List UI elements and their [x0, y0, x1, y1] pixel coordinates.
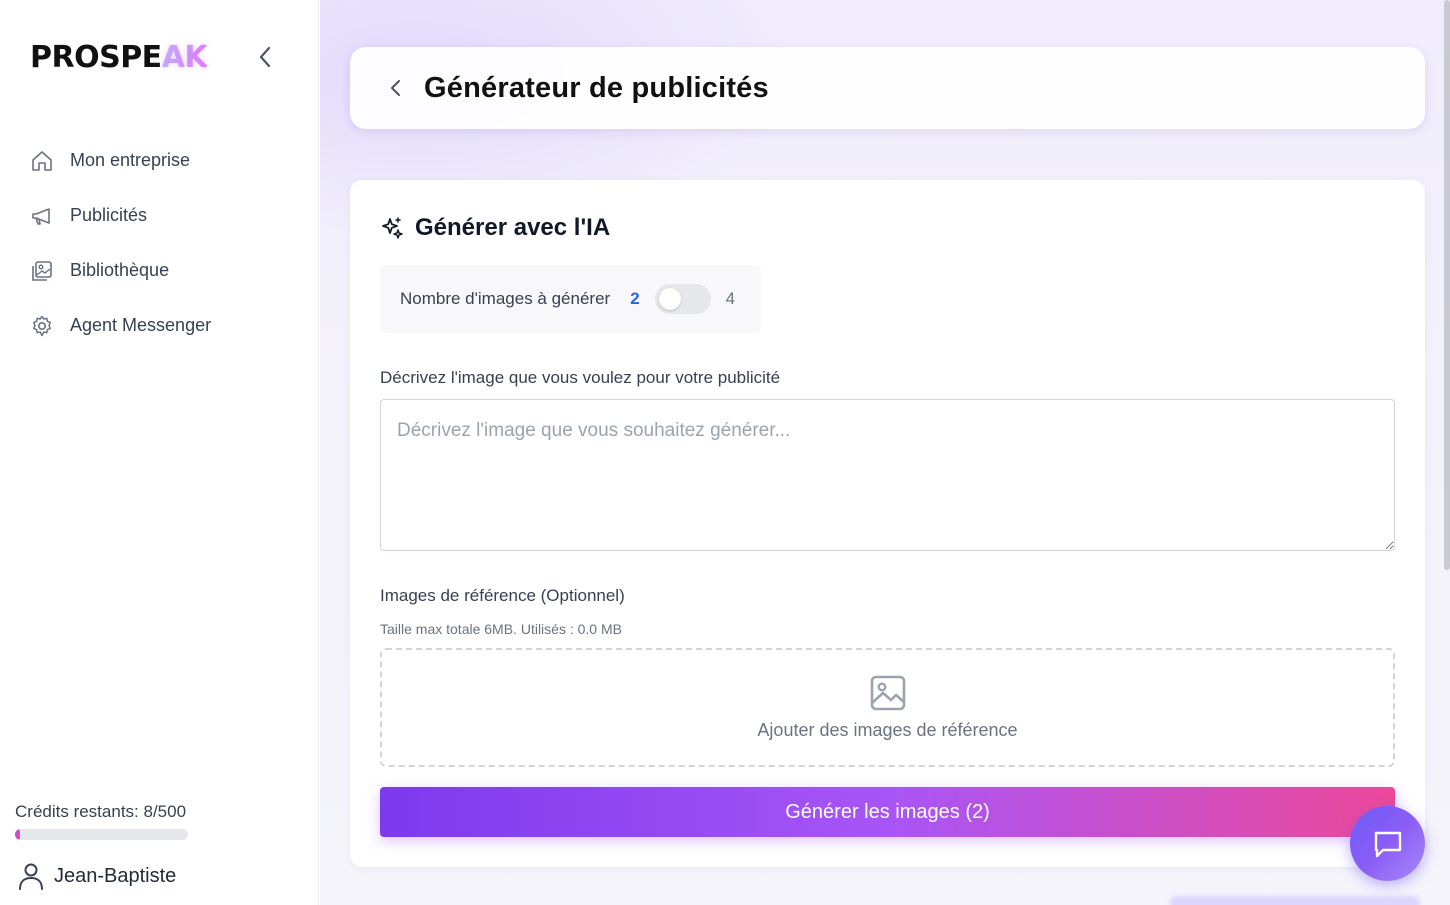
- reference-size-hint: Taille max totale 6MB. Utilisés : 0.0 MB: [380, 621, 622, 637]
- description-label: Décrivez l'image que vous voulez pour vo…: [380, 368, 781, 387]
- user-icon: [18, 862, 44, 890]
- sidebar-item-bibliotheque[interactable]: Bibliothèque: [30, 243, 211, 298]
- page-title: Générateur de publicités: [424, 71, 769, 104]
- credits-progress-bar: [15, 829, 188, 840]
- toggle-knob: [658, 288, 681, 310]
- image-count-toggle[interactable]: [654, 284, 711, 314]
- generate-images-button[interactable]: Générer les images (2): [380, 787, 1395, 837]
- user-profile[interactable]: Jean-Baptiste: [18, 862, 176, 890]
- sidebar-item-label: Agent Messenger: [70, 315, 212, 335]
- logo-accent-text: AK: [161, 40, 208, 75]
- user-name: Jean-Baptiste: [54, 864, 177, 887]
- sidebar-nav: Mon entreprise Publicités Bibliothèque A…: [30, 133, 211, 353]
- section-title: Générer avec l'IA: [380, 214, 610, 242]
- image-count-label: Nombre d'images à générer: [400, 289, 611, 308]
- credits-remaining: Crédits restants: 8/500: [15, 802, 187, 821]
- description-textarea[interactable]: [380, 399, 1395, 551]
- image-count-option-4[interactable]: 4: [726, 289, 735, 309]
- main-content: Générateur de publicités Générer avec l'…: [320, 0, 1450, 905]
- app-logo[interactable]: PROSPE AK: [30, 40, 208, 75]
- sidebar-item-mon-entreprise[interactable]: Mon entreprise: [30, 133, 211, 188]
- home-icon: [30, 149, 54, 173]
- scrollbar[interactable]: [1444, 0, 1450, 570]
- chevron-left-icon: [391, 80, 400, 96]
- sidebar-item-label: Publicités: [70, 205, 148, 225]
- logo-text: PROSPE: [30, 40, 162, 75]
- section-title-text: Générer avec l'IA: [415, 214, 611, 241]
- chevron-left-icon: [259, 46, 271, 68]
- reference-images-label: Images de référence (Optionnel): [380, 586, 625, 605]
- dropzone-text: Ajouter des images de référence: [757, 720, 1018, 740]
- chat-bubble-icon: [1374, 831, 1401, 857]
- sidebar-item-publicites[interactable]: Publicités: [30, 188, 211, 243]
- sidebar-item-label: Bibliothèque: [70, 260, 170, 280]
- ai-generator-card: Générer avec l'IA Nombre d'images à géné…: [350, 180, 1425, 867]
- sidebar: PROSPE AK Mon entreprise Publicités Bibli…: [0, 0, 319, 905]
- page-header: Générateur de publicités: [350, 47, 1425, 129]
- back-button[interactable]: [385, 77, 407, 99]
- gear-icon: [30, 314, 54, 338]
- collapse-sidebar-button[interactable]: [252, 44, 278, 70]
- chat-button[interactable]: [1350, 806, 1425, 881]
- library-icon: [30, 259, 54, 283]
- next-section-edge: [1170, 896, 1420, 905]
- image-icon: [869, 674, 907, 712]
- reference-images-dropzone[interactable]: Ajouter des images de référence: [380, 648, 1395, 767]
- image-count-selector: Nombre d'images à générer 2 4: [380, 265, 761, 333]
- sidebar-item-label: Mon entreprise: [70, 150, 191, 170]
- credits-progress-fill: [15, 829, 21, 840]
- sidebar-item-agent-messenger[interactable]: Agent Messenger: [30, 298, 211, 353]
- image-count-option-2[interactable]: 2: [630, 289, 639, 309]
- sparkles-icon: [380, 216, 404, 240]
- megaphone-icon: [30, 204, 54, 228]
